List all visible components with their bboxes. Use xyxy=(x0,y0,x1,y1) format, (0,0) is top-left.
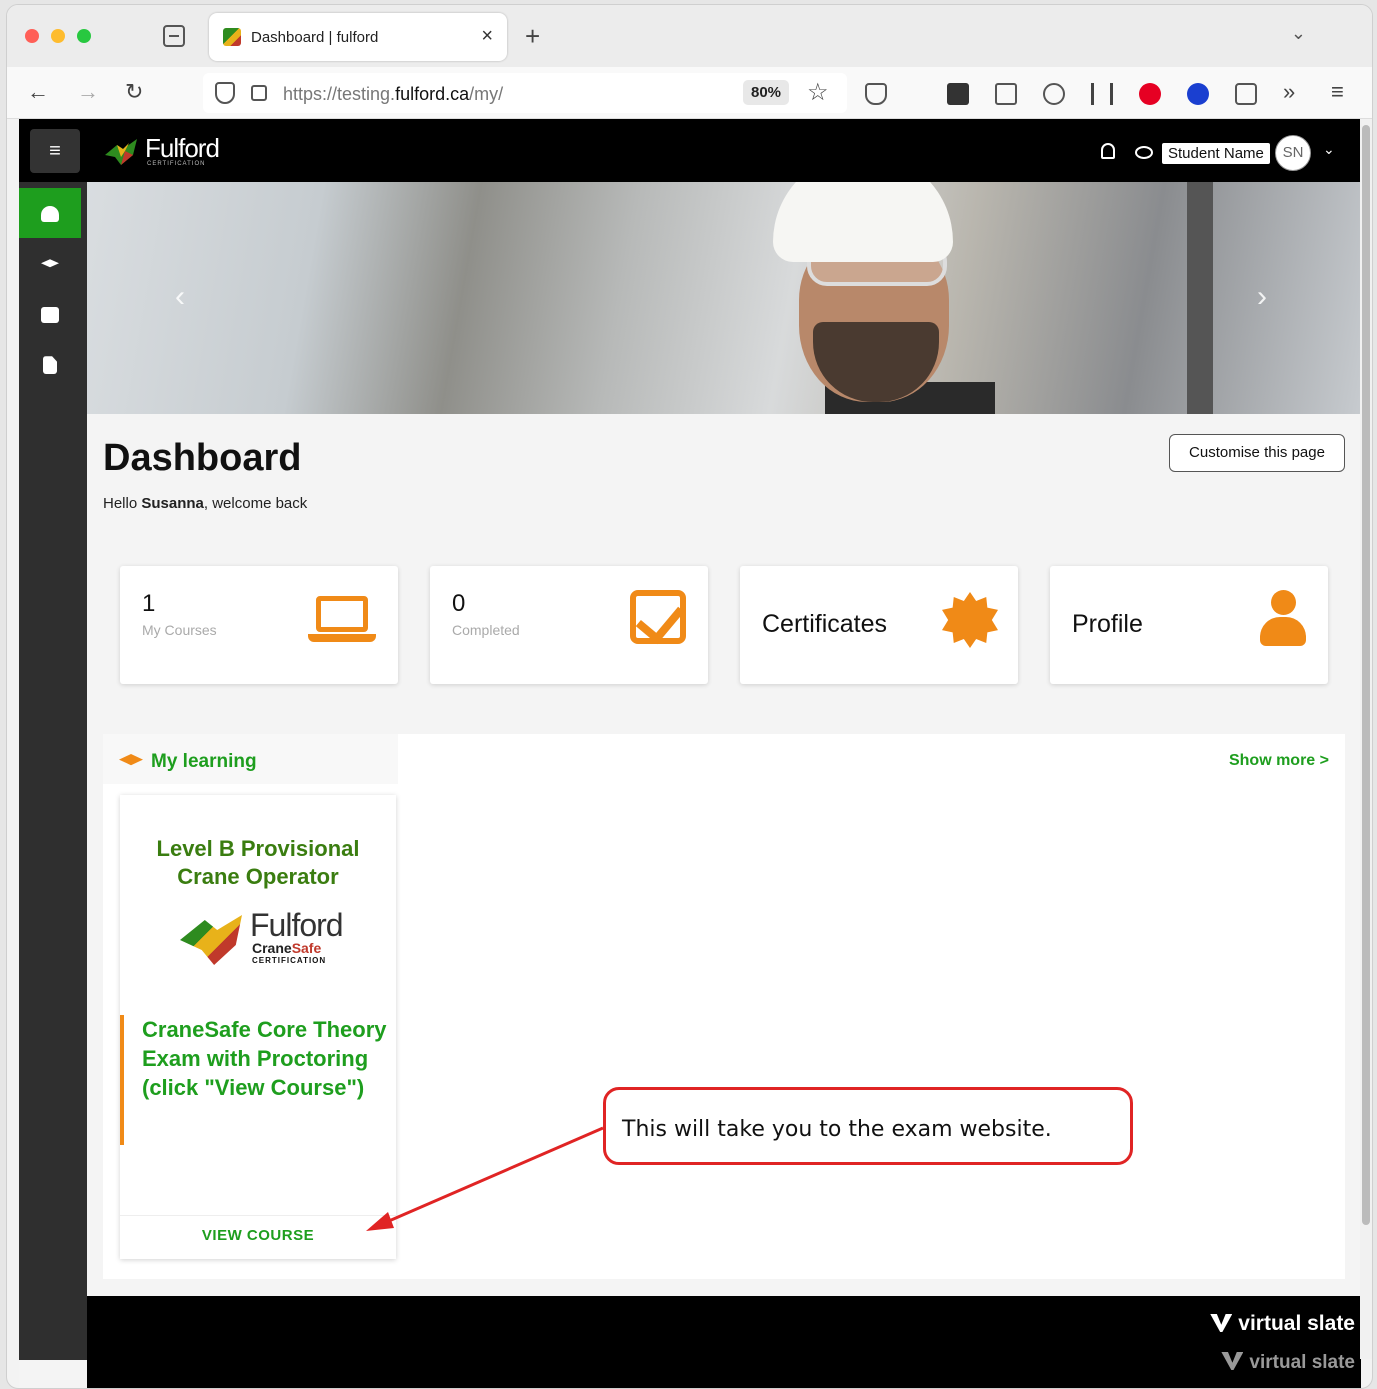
sidebar-item-files[interactable] xyxy=(19,339,81,389)
carousel-next-icon[interactable]: › xyxy=(1257,280,1267,314)
library-icon[interactable] xyxy=(1091,83,1113,105)
browser-window: Dashboard | fulford × + ⌄ ← → ↻ https://… xyxy=(6,4,1373,1389)
navigation-toolbar: ← → ↻ https://testing.fulford.ca/my/ 80%… xyxy=(7,67,1372,119)
scroll-thumb[interactable] xyxy=(1362,125,1370,1225)
close-tab-icon[interactable]: × xyxy=(481,25,493,48)
sidebar-item-calendar[interactable] xyxy=(19,289,81,339)
annotation-callout: This will take you to the exam website. xyxy=(603,1087,1133,1165)
hero-carousel: ‹ › xyxy=(87,182,1361,414)
profile-label: Profile xyxy=(1072,610,1143,638)
vpn-icon[interactable] xyxy=(1187,83,1209,105)
completed-count: 0 xyxy=(452,590,466,617)
cranesafe-logo-icon xyxy=(180,915,242,965)
sidebar xyxy=(19,182,87,1360)
my-learning-title: My learning xyxy=(151,751,257,772)
file-icon xyxy=(43,356,57,375)
course-logo-cert: CERTIFICATION xyxy=(252,956,327,965)
laptop-icon xyxy=(308,596,376,642)
hero-worker-helmet xyxy=(773,182,953,262)
my-learning-header: My learning xyxy=(103,734,398,784)
overflow-chevrons-icon[interactable]: » xyxy=(1283,79,1295,105)
virtual-slate-logo-icon xyxy=(1210,1314,1233,1332)
annotation-text: This will take you to the exam website. xyxy=(622,1117,1052,1142)
brand-sub: CERTIFICATION xyxy=(147,161,206,167)
close-window-button[interactable] xyxy=(25,29,39,43)
certificates-label: Certificates xyxy=(762,610,888,638)
minimize-window-button[interactable] xyxy=(51,29,65,43)
hero-background-pole xyxy=(1187,182,1213,414)
welcome-message: Hello Susanna, welcome back xyxy=(103,495,308,512)
bell-icon[interactable] xyxy=(1101,143,1115,159)
tab-list-icon[interactable] xyxy=(163,25,185,47)
graduation-cap-icon xyxy=(119,754,143,766)
reload-button[interactable]: ↻ xyxy=(125,79,143,105)
view-course-button[interactable]: VIEW COURSE xyxy=(120,1227,396,1244)
sidebar-item-dashboard[interactable] xyxy=(19,188,81,238)
share-icon[interactable] xyxy=(1235,83,1257,105)
chevron-down-icon[interactable]: ⌄ xyxy=(1323,141,1335,158)
carousel-prev-icon[interactable]: ‹ xyxy=(175,280,185,314)
tab-title: Dashboard | fulford xyxy=(251,29,379,46)
virtual-slate-logo-icon xyxy=(1221,1352,1244,1370)
back-button[interactable]: ← xyxy=(27,79,49,105)
lock-icon[interactable] xyxy=(251,85,267,101)
chevron-down-icon[interactable]: ⌄ xyxy=(1291,23,1306,44)
course-card[interactable]: Level B Provisional Crane Operator Fulfo… xyxy=(120,795,396,1259)
extension-icon[interactable] xyxy=(947,83,969,105)
fulford-logo-icon[interactable] xyxy=(103,137,141,167)
my-courses-card[interactable]: 1 My Courses xyxy=(120,566,398,684)
tab-dashboard[interactable]: Dashboard | fulford × xyxy=(209,13,507,61)
address-bar[interactable]: https://testing.fulford.ca/my/ 80% ☆ xyxy=(203,73,847,113)
zoom-level[interactable]: 80% xyxy=(743,80,790,105)
brand-name[interactable]: Fulford xyxy=(145,133,220,164)
certificate-icon xyxy=(942,592,998,648)
new-tab-button[interactable]: + xyxy=(525,21,540,52)
footer-brand-secondary[interactable]: virtual slate xyxy=(1221,1352,1355,1374)
show-more-link[interactable]: Show more > xyxy=(1229,752,1329,770)
forward-button[interactable]: → xyxy=(77,79,99,105)
web-page: ≡ Fulford CERTIFICATION Student Name SN … xyxy=(19,119,1361,1388)
calendar-icon xyxy=(41,307,59,324)
graduation-cap-icon xyxy=(41,259,59,268)
course-description[interactable]: CraneSafe Core Theory Exam with Proctori… xyxy=(120,1015,396,1145)
fulford-favicon-icon xyxy=(223,28,241,46)
tab-bar: Dashboard | fulford × + ⌄ xyxy=(7,5,1372,67)
drawer-toggle-button[interactable]: ≡ xyxy=(30,129,80,173)
sidebar-item-courses[interactable] xyxy=(19,238,81,288)
course-logo-sub: CraneSafe xyxy=(252,940,322,956)
user-icon xyxy=(1260,590,1306,646)
shield-icon[interactable] xyxy=(215,82,235,104)
hamburger-menu-icon[interactable]: ≡ xyxy=(1331,79,1344,105)
zoom-window-button[interactable] xyxy=(77,29,91,43)
url-text[interactable]: https://testing.fulford.ca/my/ xyxy=(283,84,503,105)
avatar[interactable]: SN xyxy=(1275,135,1311,171)
my-courses-count: 1 xyxy=(142,590,156,617)
bookmark-star-icon[interactable]: ☆ xyxy=(807,78,829,107)
footer-brand[interactable]: virtual slate xyxy=(1210,1312,1355,1336)
site-header: ≡ Fulford CERTIFICATION Student Name SN … xyxy=(19,119,1361,182)
divider xyxy=(120,1215,396,1216)
reader-view-icon[interactable] xyxy=(995,83,1017,105)
dashboard-gauge-icon xyxy=(41,206,59,223)
profile-card[interactable]: Profile xyxy=(1050,566,1328,684)
course-logo-text: Fulford xyxy=(250,907,344,943)
page-scrollbar[interactable] xyxy=(1360,119,1372,1359)
account-icon[interactable] xyxy=(1043,83,1065,105)
my-courses-label: My Courses xyxy=(142,622,217,638)
user-name[interactable]: Student Name xyxy=(1162,143,1270,164)
completed-label: Completed xyxy=(452,622,520,638)
pocket-icon[interactable] xyxy=(865,83,887,105)
page-title: Dashboard xyxy=(103,437,302,479)
site-footer: virtual slate virtual slate xyxy=(87,1296,1361,1388)
course-title[interactable]: Level B Provisional Crane Operator xyxy=(120,835,396,891)
customise-page-button[interactable]: Customise this page xyxy=(1169,434,1345,472)
certificates-card[interactable]: Certificates xyxy=(740,566,1018,684)
check-square-icon xyxy=(630,590,686,644)
completed-card[interactable]: 0 Completed xyxy=(430,566,708,684)
chat-icon[interactable] xyxy=(1135,146,1153,159)
pinterest-icon[interactable] xyxy=(1139,83,1161,105)
my-learning-section: My learning Show more > Level B Provisio… xyxy=(103,734,1345,1279)
